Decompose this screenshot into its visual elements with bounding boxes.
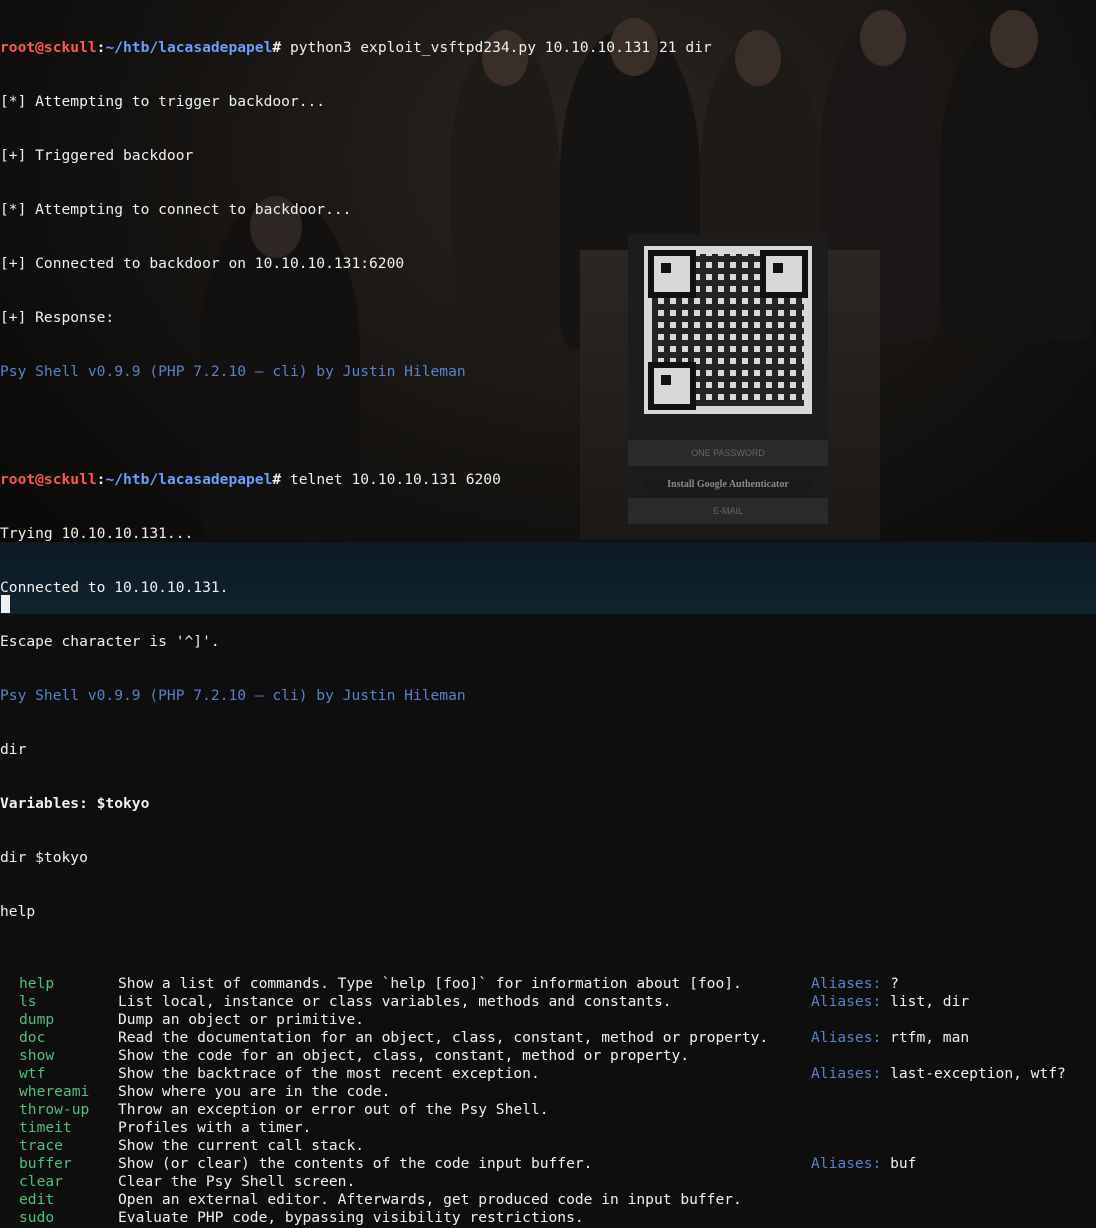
terminal-cursor[interactable]	[1, 595, 10, 613]
help-command-name: wtf	[19, 1065, 46, 1082]
help-command-aliases: Aliases: last-exception, wtf?	[811, 1065, 1066, 1083]
variables-output: Variables: $tokyo	[0, 795, 150, 812]
help-row-wtf: wtf Show the backtrace of the most recent…	[0, 1065, 1096, 1083]
help-command-name: throw-up	[19, 1101, 90, 1118]
help-row-help: help Show a list of commands. Type `help …	[0, 975, 1096, 993]
help-command-name: whereami	[19, 1083, 90, 1100]
help-row-sudo: sudo Evaluate PHP code, bypassing visibil…	[0, 1209, 1096, 1227]
help-command-name: doc	[19, 1029, 46, 1046]
output-line: Trying 10.10.10.131...	[0, 525, 194, 542]
aliases-value: ?	[890, 975, 899, 992]
aliases-value: rtfm, man	[890, 1029, 970, 1046]
help-row-timeit: timeit Profiles with a timer.	[0, 1119, 1096, 1137]
help-command-description: Profiles with a timer.	[118, 1119, 312, 1136]
help-row-trace: trace Show the current call stack.	[0, 1137, 1096, 1155]
help-row-dump: dump Dump an object or primitive.	[0, 1011, 1096, 1029]
psy-input: dir $tokyo	[0, 849, 88, 866]
help-row-whereami: whereami Show where you are in the code.	[0, 1083, 1096, 1101]
help-command-description: Evaluate PHP code, bypassing visibility …	[118, 1209, 584, 1226]
psy-input: help	[0, 903, 36, 920]
prompt-line: root@sckull:~/htb/lacasadepapel# telnet …	[0, 471, 501, 488]
help-command-name: help	[19, 975, 55, 992]
output-line: Connected to 10.10.10.131.	[0, 579, 229, 596]
aliases-label: Aliases:	[811, 1155, 882, 1172]
help-command-description: Read the documentation for an object, cl…	[118, 1029, 769, 1046]
aliases-label: Aliases:	[811, 993, 882, 1010]
aliases-value: last-exception, wtf?	[890, 1065, 1066, 1082]
help-command-name: trace	[19, 1137, 63, 1154]
psy-banner: Psy Shell v0.9.9 (PHP 7.2.10 — cli) by J…	[0, 687, 466, 704]
help-row-clear: clear Clear the Psy Shell screen.	[0, 1173, 1096, 1191]
help-row-throw-up: throw-up Throw an exception or error out …	[0, 1101, 1096, 1119]
prompt-line: root@sckull:~/htb/lacasadepapel# python3…	[0, 39, 712, 56]
help-row-ls: ls List local, instance or class variable…	[0, 993, 1096, 1011]
help-command-aliases: Aliases: rtfm, man	[811, 1029, 969, 1047]
first-command: python3 exploit_vsftpd234.py 10.10.10.13…	[289, 39, 712, 56]
help-command-description: List local, instance or class variables,…	[118, 993, 672, 1010]
help-command-name: dump	[19, 1011, 55, 1028]
help-command-name: edit	[19, 1191, 55, 1208]
aliases-value: buf	[890, 1155, 917, 1172]
help-row-edit: edit Open an external editor. Afterwards,…	[0, 1191, 1096, 1209]
output-line: [+] Response:	[0, 309, 115, 326]
output-line: [*] Attempting to connect to backdoor...	[0, 201, 352, 218]
help-command-name: timeit	[19, 1119, 72, 1136]
help-command-name: clear	[19, 1173, 63, 1190]
help-row-show: show Show the code for an object, class, …	[0, 1047, 1096, 1065]
help-row-buffer: buffer Show (or clear) the contents of th…	[0, 1155, 1096, 1173]
help-command-list: help Show a list of commands. Type `help …	[0, 975, 1096, 1228]
help-row-doc: doc Read the documentation for an object,…	[0, 1029, 1096, 1047]
help-command-description: Open an external editor. Afterwards, get…	[118, 1191, 742, 1208]
help-command-aliases: Aliases: buf	[811, 1155, 916, 1173]
help-command-description: Show the code for an object, class, cons…	[118, 1047, 690, 1064]
help-command-description: Show where you are in the code.	[118, 1083, 391, 1100]
help-command-description: Show the Psy Shell history.	[118, 1227, 355, 1228]
psy-banner: Psy Shell v0.9.9 (PHP 7.2.10 — cli) by J…	[0, 363, 466, 380]
help-command-description: Show the current call stack.	[118, 1137, 365, 1154]
help-command-aliases: Aliases: list, dir	[811, 993, 969, 1011]
help-command-description: Throw an exception or error out of the P…	[118, 1101, 549, 1118]
help-command-description: Show the backtrace of the most recent ex…	[118, 1065, 540, 1082]
output-line: Escape character is '^]'.	[0, 633, 220, 650]
help-command-description: Show a list of commands. Type `help [foo…	[118, 975, 742, 992]
psy-input: dir	[0, 741, 27, 758]
help-command-name: history	[19, 1227, 81, 1228]
aliases-label: Aliases:	[811, 1227, 881, 1228]
help-command-aliases: Aliases: hist	[811, 1227, 925, 1228]
terminal-output: root@sckull:~/htb/lacasadepapel# python3…	[0, 3, 1096, 1228]
output-line: [+] Triggered backdoor	[0, 147, 194, 164]
output-line: [+] Connected to backdoor on 10.10.10.13…	[0, 255, 405, 272]
output-line: [*] Attempting to trigger backdoor...	[0, 93, 326, 110]
help-command-name: ls	[19, 993, 37, 1010]
help-command-aliases: Aliases: ?	[811, 975, 899, 993]
aliases-value: list, dir	[890, 993, 970, 1010]
aliases-value: hist	[890, 1227, 925, 1228]
help-command-name: show	[19, 1047, 55, 1064]
help-command-description: Show (or clear) the contents of the code…	[118, 1155, 593, 1172]
help-command-description: Clear the Psy Shell screen.	[118, 1173, 356, 1190]
aliases-label: Aliases:	[811, 1065, 882, 1082]
aliases-label: Aliases:	[811, 1029, 882, 1046]
aliases-label: Aliases:	[811, 975, 882, 992]
help-command-description: Dump an object or primitive.	[118, 1011, 365, 1028]
help-command-name: sudo	[19, 1209, 55, 1226]
help-command-name: buffer	[19, 1155, 72, 1172]
second-command: telnet 10.10.10.131 6200	[289, 471, 501, 488]
help-row-history: history Show the Psy Shell history. Aliase…	[0, 1227, 1096, 1228]
